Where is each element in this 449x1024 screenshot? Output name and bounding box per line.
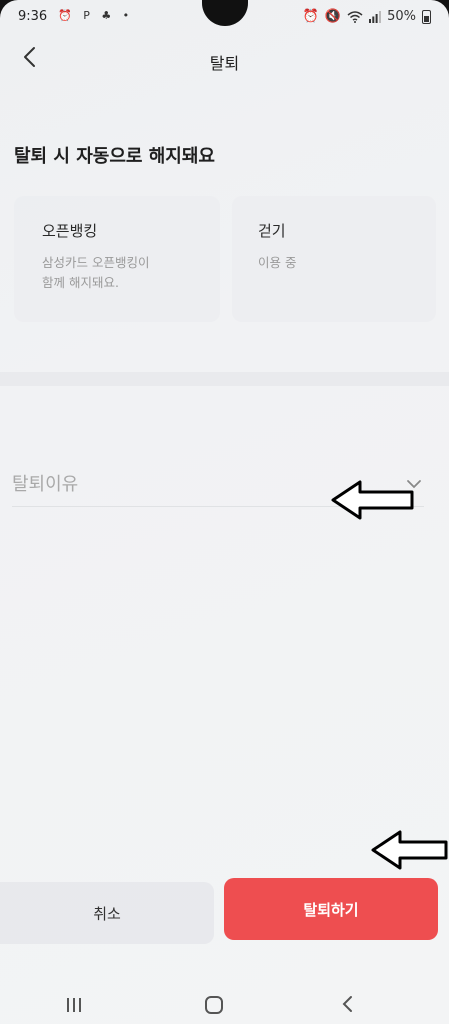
annotation-arrow-icon — [371, 830, 448, 870]
alarm-icon: ⏰ — [302, 9, 319, 24]
system-nav-bar — [0, 984, 449, 1024]
recent-apps-icon[interactable] — [62, 996, 86, 1014]
camera-notch — [202, 0, 248, 26]
status-time: 9:36 — [18, 9, 48, 24]
signal-icon — [369, 10, 382, 23]
mute-icon: 🔇 — [324, 9, 342, 24]
reason-label: 탈퇴이유 — [12, 474, 79, 495]
battery-icon — [422, 9, 431, 24]
status-bar: 9:36 ⏰ P ♣ • ⏰ 🔇 50% — [0, 0, 449, 36]
walking-card: 걷기 이용 중 — [232, 196, 436, 322]
section-divider — [0, 372, 449, 386]
card-desc-line1: 삼성카드 오픈뱅킹이 — [42, 255, 150, 270]
withdraw-button[interactable]: 탈퇴하기 — [224, 878, 438, 940]
cancel-button[interactable]: 취소 — [0, 882, 214, 944]
card-title: 걷기 — [258, 222, 286, 240]
status-right: ⏰ 🔇 50% — [303, 9, 431, 24]
openbanking-card: 오픈뱅킹 삼성카드 오픈뱅킹이 함께 해지돼요. — [14, 196, 220, 322]
page-title: 탈퇴 — [209, 54, 240, 73]
card-desc-line1: 이용 중 — [258, 255, 297, 270]
header: 탈퇴 — [0, 40, 449, 80]
nav-back-icon[interactable] — [338, 994, 358, 1014]
home-icon[interactable] — [204, 996, 224, 1014]
battery-percent: 50% — [387, 9, 416, 24]
card-desc-line2: 함께 해지돼요. — [42, 275, 119, 290]
auto-cancel-notice: 탈퇴 시 자동으로 해지돼요 — [14, 146, 215, 167]
bottom-action-bar: 취소 탈퇴하기 — [0, 870, 449, 950]
notification-icons: ⏰ P ♣ • — [58, 9, 134, 22]
wifi-icon — [347, 10, 363, 23]
annotation-arrow-icon — [331, 480, 414, 520]
app-screen: 9:36 ⏰ P ♣ • ⏰ 🔇 50% 탈퇴 탈퇴 시 자동으로 해지돼요 오… — [0, 0, 449, 1024]
card-title: 오픈뱅킹 — [42, 222, 98, 240]
